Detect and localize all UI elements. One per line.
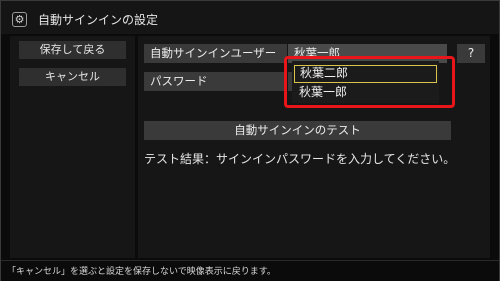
sidebar-panel: 保存して戻る キャンセル [10, 36, 135, 258]
help-button[interactable]: ? [457, 44, 485, 63]
password-label: パスワード [144, 72, 287, 91]
gear-icon: ⚙ [12, 12, 27, 27]
auto-signin-test-button[interactable]: 自動サインインのテスト [144, 121, 451, 140]
auto-signin-user-label: 自動サインインユーザー [144, 44, 287, 63]
status-bar: 「キャンセル」を選ぶと設定を保存しないで映像表示に戻ります。 [1, 260, 499, 281]
cancel-button[interactable]: キャンセル [19, 68, 126, 86]
window-title: 自動サインインの設定 [38, 13, 159, 27]
title-bar: ⚙ 自動サインインの設定 [1, 1, 499, 34]
save-and-return-button[interactable]: 保存して戻る [19, 41, 126, 59]
test-result-text: テスト結果：サインインパスワードを入力してください。 [144, 152, 456, 166]
highlight-annotation-frame [284, 56, 455, 108]
status-hint-text: 「キャンセル」を選ぶと設定を保存しないで映像表示に戻ります。 [7, 267, 276, 277]
settings-window: ⚙ 自動サインインの設定 保存して戻る キャンセル 自動サインインユーザー 秋葉… [0, 0, 500, 281]
